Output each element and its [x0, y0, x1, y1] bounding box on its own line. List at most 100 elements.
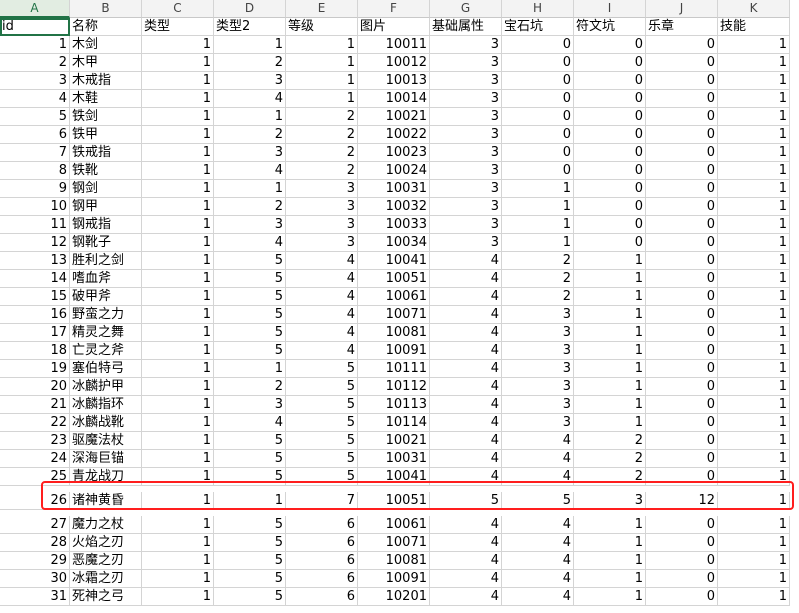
- field-header-cell[interactable]: 基础属性: [430, 18, 502, 36]
- table-cell[interactable]: 20: [0, 378, 70, 396]
- table-cell[interactable]: 2: [214, 54, 286, 72]
- table-cell[interactable]: 3: [430, 72, 502, 90]
- table-cell[interactable]: 4: [502, 450, 574, 468]
- table-cell[interactable]: 1: [718, 270, 790, 288]
- table-cell[interactable]: 1: [718, 306, 790, 324]
- table-cell[interactable]: 10071: [358, 534, 430, 552]
- column-header-e[interactable]: E: [286, 0, 358, 18]
- table-cell[interactable]: 10051: [358, 492, 430, 510]
- field-header-cell[interactable]: 乐章: [646, 18, 718, 36]
- table-cell[interactable]: 1: [502, 216, 574, 234]
- table-cell[interactable]: 0: [574, 108, 646, 126]
- table-cell[interactable]: 1: [574, 270, 646, 288]
- table-cell[interactable]: 25: [0, 468, 70, 486]
- table-cell[interactable]: 10023: [358, 144, 430, 162]
- table-cell[interactable]: 1: [142, 198, 214, 216]
- table-cell[interactable]: 4: [430, 552, 502, 570]
- table-cell[interactable]: 31: [0, 588, 70, 606]
- table-cell[interactable]: 0: [574, 90, 646, 108]
- table-cell[interactable]: 1: [574, 570, 646, 588]
- table-cell[interactable]: 1: [142, 378, 214, 396]
- table-cell[interactable]: 木剑: [70, 36, 142, 54]
- table-cell[interactable]: 5: [286, 414, 358, 432]
- table-cell[interactable]: 1: [718, 360, 790, 378]
- table-cell[interactable]: 诸神黄昏: [70, 492, 142, 510]
- table-cell[interactable]: 3: [502, 378, 574, 396]
- table-cell[interactable]: 3: [0, 72, 70, 90]
- table-cell[interactable]: 3: [574, 492, 646, 510]
- table-cell[interactable]: 1: [142, 288, 214, 306]
- table-cell[interactable]: 10091: [358, 342, 430, 360]
- table-cell[interactable]: 1: [718, 492, 790, 510]
- table-cell[interactable]: 钢甲: [70, 198, 142, 216]
- table-cell[interactable]: 0: [646, 324, 718, 342]
- column-header-f[interactable]: F: [358, 0, 430, 18]
- table-cell[interactable]: 0: [646, 468, 718, 486]
- table-cell[interactable]: 26: [0, 492, 70, 510]
- table-cell[interactable]: 5: [286, 468, 358, 486]
- table-cell[interactable]: 10201: [358, 588, 430, 606]
- table-cell[interactable]: 木鞋: [70, 90, 142, 108]
- table-cell[interactable]: 钢戒指: [70, 216, 142, 234]
- table-cell[interactable]: 1: [718, 162, 790, 180]
- table-cell[interactable]: 5: [214, 450, 286, 468]
- table-cell[interactable]: 6: [0, 126, 70, 144]
- table-cell[interactable]: 魔力之杖: [70, 516, 142, 534]
- table-cell[interactable]: 1: [718, 414, 790, 432]
- table-cell[interactable]: 5: [214, 288, 286, 306]
- table-cell[interactable]: 19: [0, 360, 70, 378]
- table-cell[interactable]: 3: [502, 360, 574, 378]
- table-cell[interactable]: 青龙战刀: [70, 468, 142, 486]
- table-cell[interactable]: 1: [718, 570, 790, 588]
- table-cell[interactable]: 0: [502, 72, 574, 90]
- field-header-cell[interactable]: 类型: [142, 18, 214, 36]
- table-cell[interactable]: 0: [646, 534, 718, 552]
- table-cell[interactable]: 10012: [358, 54, 430, 72]
- table-cell[interactable]: 10091: [358, 570, 430, 588]
- table-cell[interactable]: 1: [574, 396, 646, 414]
- table-cell[interactable]: 7: [286, 492, 358, 510]
- table-cell[interactable]: 1: [142, 72, 214, 90]
- table-cell[interactable]: 6: [286, 552, 358, 570]
- table-cell[interactable]: 4: [502, 570, 574, 588]
- table-cell[interactable]: 10032: [358, 198, 430, 216]
- table-cell[interactable]: 4: [286, 324, 358, 342]
- table-cell[interactable]: 2: [286, 144, 358, 162]
- table-cell[interactable]: 0: [646, 198, 718, 216]
- table-cell[interactable]: 深海巨锚: [70, 450, 142, 468]
- table-cell[interactable]: 0: [646, 432, 718, 450]
- table-cell[interactable]: 4: [286, 288, 358, 306]
- table-cell[interactable]: 精灵之舞: [70, 324, 142, 342]
- table-cell[interactable]: 亡灵之斧: [70, 342, 142, 360]
- table-cell[interactable]: 3: [430, 54, 502, 72]
- table-cell[interactable]: 1: [502, 180, 574, 198]
- table-cell[interactable]: 1: [718, 216, 790, 234]
- table-cell[interactable]: 11: [0, 216, 70, 234]
- table-cell[interactable]: 0: [646, 234, 718, 252]
- table-cell[interactable]: 1: [142, 252, 214, 270]
- table-cell[interactable]: 4: [502, 432, 574, 450]
- table-cell[interactable]: 4: [430, 396, 502, 414]
- table-cell[interactable]: 2: [574, 432, 646, 450]
- table-cell[interactable]: 0: [502, 54, 574, 72]
- table-cell[interactable]: 14: [0, 270, 70, 288]
- table-cell[interactable]: 3: [430, 180, 502, 198]
- table-cell[interactable]: 3: [430, 36, 502, 54]
- table-cell[interactable]: 火焰之刃: [70, 534, 142, 552]
- table-cell[interactable]: 1: [142, 306, 214, 324]
- table-cell[interactable]: 1: [718, 54, 790, 72]
- table-cell[interactable]: 1: [142, 180, 214, 198]
- table-cell[interactable]: 1: [142, 108, 214, 126]
- table-cell[interactable]: 4: [0, 90, 70, 108]
- table-cell[interactable]: 10081: [358, 552, 430, 570]
- table-cell[interactable]: 10031: [358, 180, 430, 198]
- table-cell[interactable]: 0: [646, 108, 718, 126]
- table-cell[interactable]: 0: [574, 36, 646, 54]
- table-cell[interactable]: 1: [718, 342, 790, 360]
- table-cell[interactable]: 1: [142, 570, 214, 588]
- table-cell[interactable]: 3: [430, 234, 502, 252]
- table-cell[interactable]: 5: [214, 306, 286, 324]
- table-cell[interactable]: 10041: [358, 252, 430, 270]
- table-cell[interactable]: 1: [142, 36, 214, 54]
- table-cell[interactable]: 2: [214, 198, 286, 216]
